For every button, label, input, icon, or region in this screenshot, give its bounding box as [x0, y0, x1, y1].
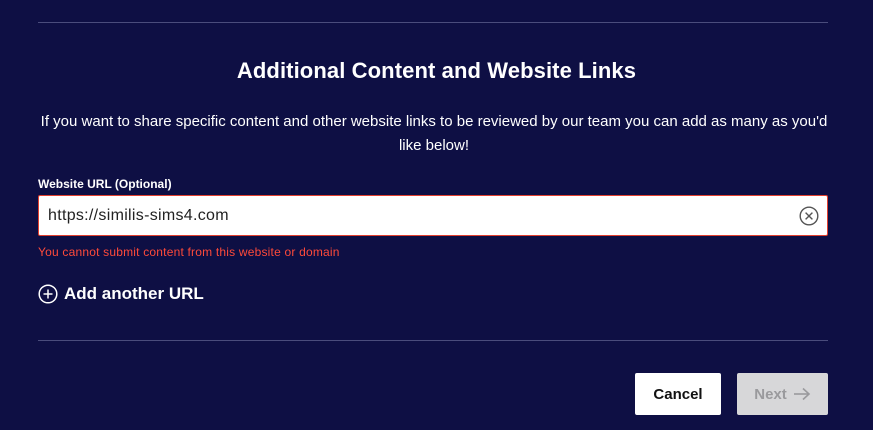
next-button-label: Next: [754, 385, 787, 403]
next-button[interactable]: Next: [737, 373, 828, 415]
add-another-url-button[interactable]: Add another URL: [38, 283, 204, 305]
close-circle-icon[interactable]: [799, 206, 819, 226]
top-divider: [38, 22, 828, 23]
section-description: If you want to share specific content an…: [40, 113, 828, 154]
cancel-button[interactable]: Cancel: [635, 373, 721, 415]
plus-circle-icon: [38, 284, 58, 304]
website-url-input[interactable]: [39, 196, 789, 235]
bottom-divider: [38, 340, 828, 341]
add-another-url-label: Add another URL: [64, 284, 204, 303]
url-error-message: You cannot submit content from this webs…: [38, 245, 340, 259]
arrow-right-icon: [793, 387, 810, 401]
website-url-label: Website URL (Optional): [38, 177, 172, 191]
website-url-field: [38, 195, 828, 236]
cancel-button-label: Cancel: [653, 385, 703, 403]
section-title: Additional Content and Website Links: [236, 58, 637, 83]
additional-content-section: Additional Content and Website Links If …: [0, 0, 873, 430]
